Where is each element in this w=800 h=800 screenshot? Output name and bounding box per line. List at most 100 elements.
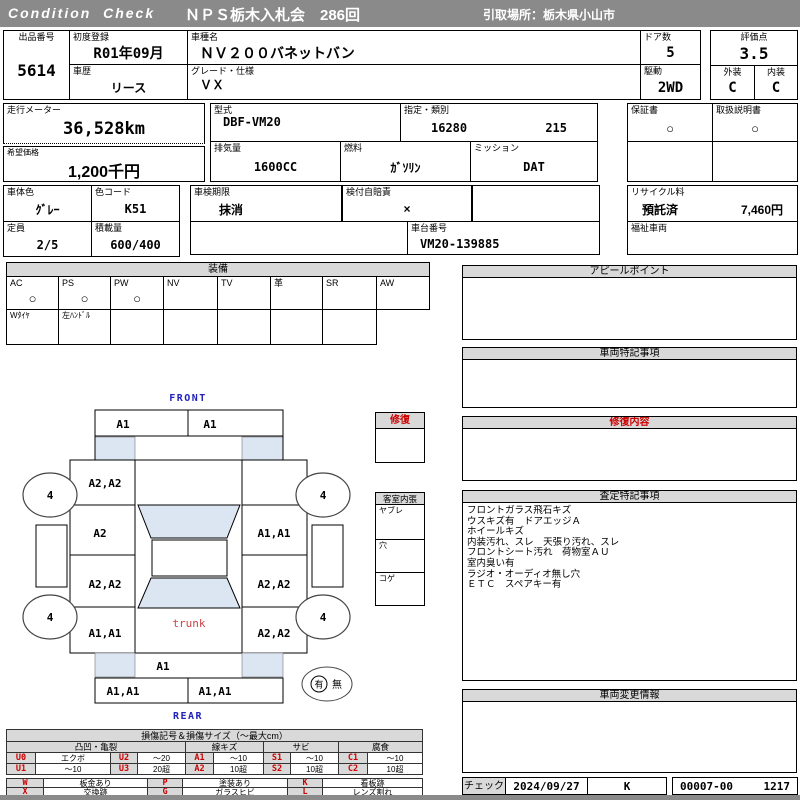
pickup-location: 引取場所：栃木県小山市 [483, 8, 616, 22]
tire-tread-front-left: 4 [47, 489, 54, 502]
equipment-header: 装備 [6, 262, 430, 277]
interior-grade-label: 内装 [766, 67, 785, 77]
model-code-cell: 型式 DBF-VM20 [210, 103, 401, 142]
equip-mark-nv [164, 288, 217, 309]
condition-check-sheet: Condition Check ＮＰＳ栃木入札会 286回 引取場所：栃木県小山… [0, 0, 800, 800]
equip-cell-wtire: Wﾀｲﾔ [6, 309, 59, 345]
recycle-status: 預託済 [642, 202, 679, 217]
lot-number-label: 出品番号 [18, 32, 55, 42]
displacement-value: 1600CC [253, 160, 298, 174]
owners-manual-mark: ○ [751, 120, 759, 136]
assessment-note: 室内臭い有 [467, 557, 515, 569]
inspection-expiry-value: 抹消 [219, 202, 244, 217]
warranty-book-label: 保証書 [631, 105, 659, 115]
odometer-cell: 走行メーター 36,528km [3, 103, 205, 144]
spare-no-label: 無 [332, 678, 342, 691]
rear-window [137, 577, 241, 609]
vehicle-notes-box [462, 359, 797, 408]
appeal-points-box [462, 277, 797, 340]
damage-diagram: FRONT A1 A1 A2,A2 A2 A2,A2 A1,A1 A1,A1 A… [22, 393, 353, 722]
fuel-label: 燃料 [344, 143, 363, 153]
class-number-value-1: 16280 [431, 121, 468, 135]
pillar-shade [241, 436, 284, 461]
equip-label-ps: PS [62, 278, 75, 288]
rear-bumper-left-damage: A1,A1 [106, 685, 139, 698]
auction-title: ＮＰＳ栃木入札会 286回 [185, 7, 361, 24]
equip-cell-empty [270, 309, 323, 345]
roof-panel [151, 539, 228, 577]
equip-label-pw: PW [114, 278, 129, 288]
interior-grade-value: C [771, 80, 781, 96]
model-name-value: ＮＶ２００バネットバン [200, 45, 355, 61]
model-code-value: DBF-VM20 [223, 115, 281, 129]
recycle-fee-amount: 7,460円 [740, 202, 783, 217]
equip-mark-aw [377, 288, 429, 309]
score-label: 評価点 [740, 32, 768, 42]
vehicle-history-label: 車歴 [73, 66, 92, 76]
mirror-left [35, 524, 68, 588]
legend-value: 10超 [290, 763, 339, 775]
transmission-label: ミッション [474, 143, 520, 153]
equip-label-leather: 革 [274, 278, 284, 288]
warranty-book-cell: 保証書 ○ [627, 103, 713, 142]
equip-cell-nv: NV [163, 276, 218, 310]
equip-label-aw: AW [380, 278, 395, 288]
recycle-fee-cell: リサイクル料 預託済 7,460円 [627, 185, 798, 222]
equip-cell-empty [217, 309, 271, 345]
score-cell: 評価点 3.5 [710, 30, 798, 66]
cabin-tear-label: ヤブレ [379, 506, 403, 515]
equip-label-wtire: Wﾀｲﾔ [10, 311, 30, 320]
asking-price-value: 1,200千円 [67, 164, 141, 181]
body-color-value: ｸﾞﾚｰ [35, 202, 60, 217]
legend-value: 20超 [137, 763, 186, 775]
class-number-values: 16280 215 [401, 115, 597, 141]
right-panel-damage-2: A1,A1 [257, 527, 290, 540]
empty-cell [190, 221, 408, 255]
recycle-fee-label: リサイクル料 [631, 187, 685, 197]
diagram-rear-label: REAR [173, 711, 203, 722]
assessment-note: フロントガラス飛石キズ [467, 505, 572, 516]
fuel-cell: 燃料 ｶﾞｿﾘﾝ [340, 141, 471, 182]
equip-cell-aw: AW [376, 276, 430, 310]
color-code-cell: 色コード K51 [91, 185, 180, 222]
equip-label-nv: NV [167, 278, 180, 288]
legend-code: C2 [338, 763, 368, 775]
equip-cell-leather: 革 [270, 276, 323, 310]
right-panel-damage-3: A2,A2 [257, 578, 290, 591]
chassis-number-value: VM20-139885 [420, 236, 500, 251]
equip-cell-pw: PW ○ [110, 276, 164, 310]
exterior-grade-label: 外装 [723, 67, 742, 77]
model-name-label: 車種名 [191, 32, 219, 42]
welfare-vehicle-label: 福祉車両 [631, 223, 668, 233]
displacement-label: 排気量 [214, 143, 242, 153]
color-code-label: 色コード [95, 187, 132, 197]
color-code-value: K51 [124, 202, 147, 216]
cabin-burn-cell: コゲ [375, 572, 425, 606]
change-info-box [462, 701, 797, 773]
asking-price-label: 希望価格 [7, 148, 39, 157]
inspection-expiry-cell: 車検期限 抹消 [190, 185, 342, 222]
capacity-cell: 定員 2/5 [3, 221, 92, 257]
spare-tire-indicator: 有 無 [301, 666, 353, 702]
model-name-cell: 車種名 ＮＶ２００バネットバン [187, 30, 641, 65]
right-panel-damage-4: A2,A2 [257, 627, 290, 640]
mirror-right [311, 524, 344, 588]
legend-code: A2 [185, 763, 214, 775]
odometer-label: 走行メーター [7, 105, 62, 115]
legend-value: 10超 [367, 763, 423, 775]
left-panel-damage-2: A2 [93, 527, 106, 540]
equip-cell-lefthandle: 左ﾊﾝﾄﾞﾙ [58, 309, 111, 345]
check-code: 00007-00 [680, 779, 733, 793]
cabin-tear-cell: ヤブレ [375, 504, 425, 540]
fuel-value: ｶﾞｿﾘﾝ [390, 160, 421, 175]
equip-cell-tv: TV [217, 276, 271, 310]
legend-code: S2 [263, 763, 291, 775]
displacement-cell: 排気量 1600CC [210, 141, 341, 182]
score-value: 3.5 [739, 44, 769, 63]
tire-tread-rear-right: 4 [320, 611, 327, 624]
vehicle-history-cell: 車歴 リース [69, 64, 188, 100]
warranty-book-mark: ○ [666, 120, 674, 136]
repair-box [375, 428, 425, 463]
check-inspector-cell: K [587, 777, 667, 795]
rear-panel-damage: A1 [156, 660, 170, 673]
